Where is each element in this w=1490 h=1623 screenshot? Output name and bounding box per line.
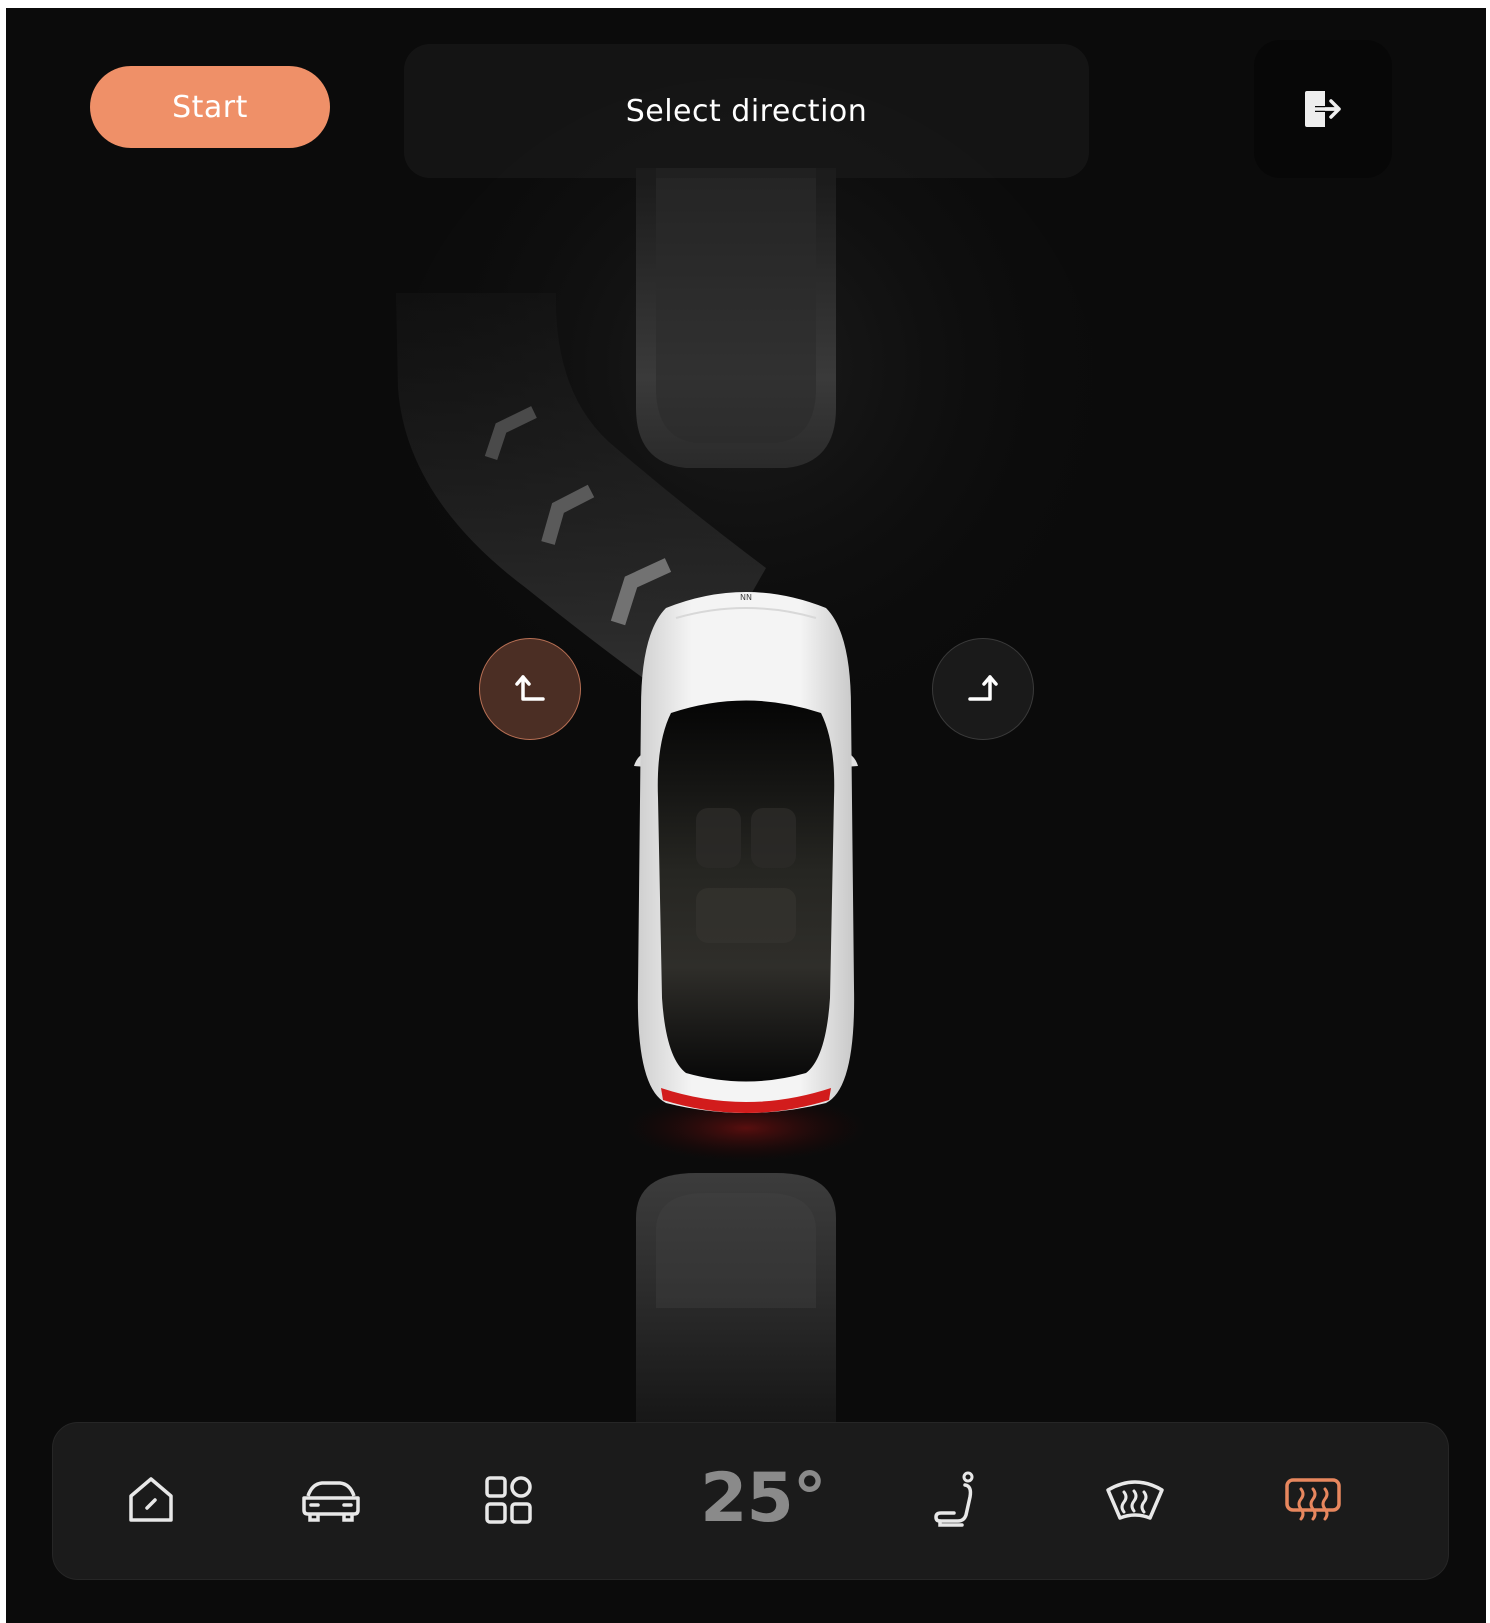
page-title: Select direction xyxy=(625,93,868,129)
temperature-control[interactable]: 25° xyxy=(693,1453,833,1543)
exit-button[interactable] xyxy=(1254,40,1392,178)
rear-defrost-button[interactable] xyxy=(1271,1458,1355,1542)
car-icon xyxy=(302,1481,360,1522)
parking-scene: NN xyxy=(386,78,1106,1428)
park-assist-screen: NN Start Select direction 25° xyxy=(6,8,1486,1623)
turn-left-button[interactable] xyxy=(479,638,581,740)
front-defrost-button[interactable] xyxy=(1093,1458,1177,1542)
start-button[interactable]: Start xyxy=(90,66,330,148)
vehicle-top-view: NN xyxy=(634,592,858,1113)
turn-right-button[interactable] xyxy=(932,638,1034,740)
apps-grid-icon xyxy=(485,1476,532,1524)
parked-car-top xyxy=(636,168,836,468)
rear-defrost-icon xyxy=(1285,1478,1341,1521)
apps-button[interactable] xyxy=(467,1458,551,1542)
exit-icon xyxy=(1305,91,1341,127)
page-title-bar: Select direction xyxy=(404,44,1089,178)
turn-left-arrow-icon xyxy=(515,675,545,701)
parked-car-bottom xyxy=(636,1173,836,1428)
seat-icon xyxy=(934,1471,974,1527)
front-defrost-icon xyxy=(1106,1480,1164,1520)
bottom-nav-bar: 25° xyxy=(52,1422,1449,1580)
seat-button[interactable] xyxy=(915,1458,999,1542)
home-icon xyxy=(129,1477,173,1522)
turn-right-arrow-icon xyxy=(968,675,998,701)
home-button[interactable] xyxy=(109,1458,193,1542)
car-button[interactable] xyxy=(289,1458,373,1542)
brand-logo: NN xyxy=(740,593,752,602)
